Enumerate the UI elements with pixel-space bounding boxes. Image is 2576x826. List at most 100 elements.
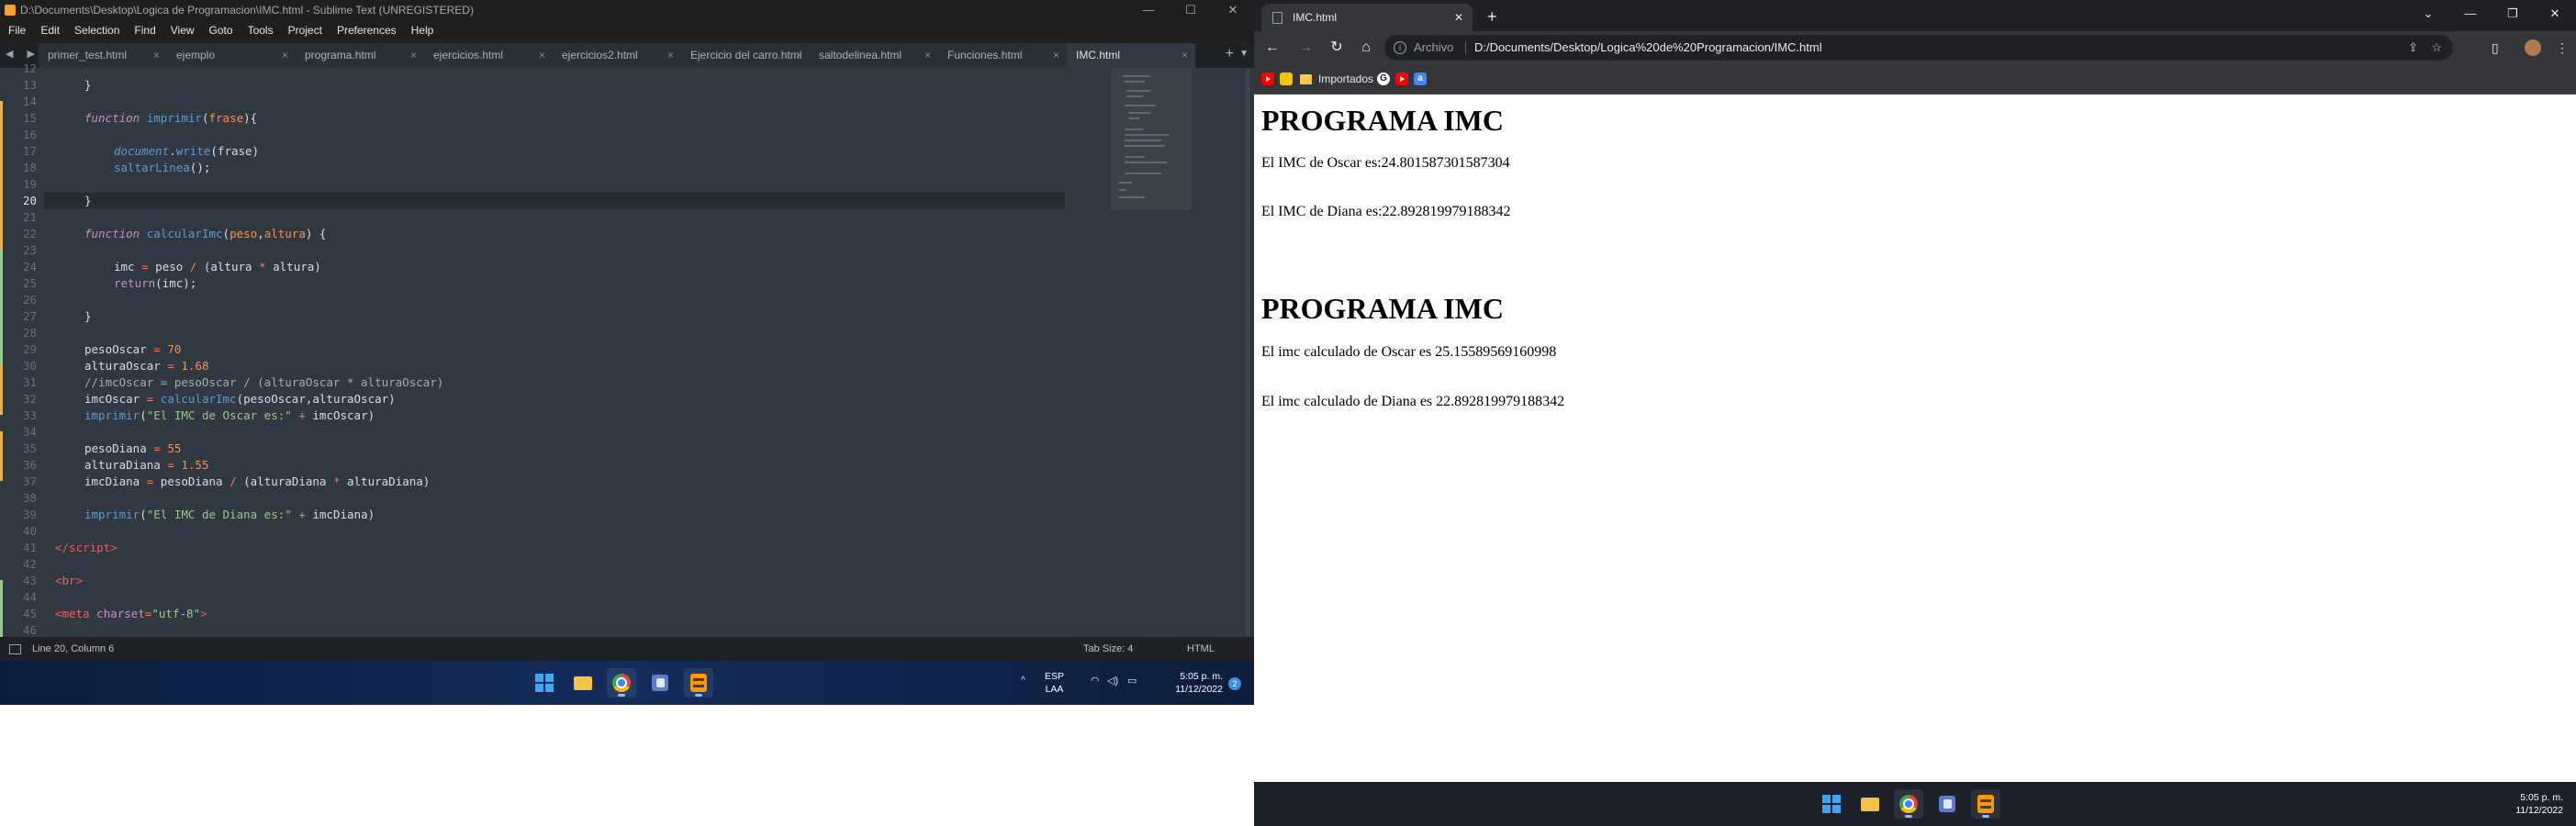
minimap[interactable] bbox=[1115, 68, 1187, 637]
code-line: alturaDiana = 1.55 bbox=[84, 458, 209, 472]
menu-find[interactable]: Find bbox=[126, 20, 162, 40]
home-button[interactable]: ⌂ bbox=[1357, 31, 1375, 64]
tab-list-dropdown-icon[interactable]: ▼ bbox=[1239, 40, 1249, 68]
restore-button[interactable]: ❐ bbox=[2492, 0, 2534, 28]
menu-view[interactable]: View bbox=[162, 20, 201, 40]
menu-project[interactable]: Project bbox=[280, 20, 329, 40]
bookmarks-folder-icon bbox=[1300, 74, 1312, 84]
menu-preferences[interactable]: Preferences bbox=[329, 20, 403, 40]
panel-toggle-icon[interactable] bbox=[9, 644, 21, 654]
taskbar-clock[interactable]: 5:05 p. m. 11/12/2022 bbox=[2515, 791, 2563, 817]
close-button[interactable]: ✕ bbox=[1212, 0, 1254, 20]
minimize-button[interactable]: — bbox=[2449, 0, 2492, 28]
new-tab-button[interactable]: + bbox=[1226, 40, 1234, 68]
code-editor[interactable]: } function imprimir(frase){ document.wri… bbox=[55, 68, 1065, 637]
bookmarks-folder-importados[interactable]: Importados bbox=[1318, 64, 1373, 94]
tab-search-icon[interactable]: ⌄ bbox=[2407, 0, 2449, 28]
code-line: function imprimir(frase){ bbox=[84, 111, 258, 125]
tab-label: Funciones.html bbox=[947, 49, 1023, 61]
show-hidden-icons-icon[interactable]: ^ bbox=[1021, 675, 1025, 686]
sublime-text-icon[interactable] bbox=[684, 668, 713, 698]
tab-ejercicios[interactable]: ejercicios.html × bbox=[424, 43, 553, 68]
new-tab-button[interactable]: + bbox=[1487, 4, 1497, 29]
back-button[interactable]: ← bbox=[1263, 31, 1282, 64]
bookmark-star-icon[interactable]: ☆ bbox=[2431, 35, 2442, 61]
tab-imc[interactable]: IMC.html × bbox=[1067, 43, 1195, 68]
forward-button[interactable]: → bbox=[1296, 31, 1315, 64]
youtube-bookmark-icon[interactable] bbox=[1395, 73, 1408, 85]
close-tab-icon[interactable]: ✕ bbox=[1454, 4, 1463, 31]
a-bookmark-icon[interactable]: a bbox=[1414, 73, 1427, 85]
line-number: 29 bbox=[22, 342, 37, 356]
tab-close-icon[interactable]: × bbox=[410, 43, 417, 68]
profile-avatar[interactable] bbox=[2525, 39, 2541, 56]
input-language[interactable]: ESP LAA bbox=[1045, 670, 1064, 696]
site-info-icon[interactable]: i bbox=[1394, 41, 1406, 54]
windows-start-icon[interactable] bbox=[1817, 789, 1846, 819]
windows-start-icon[interactable] bbox=[530, 668, 559, 698]
syntax-selector[interactable]: HTML bbox=[1187, 637, 1215, 661]
page-heading-2: PROGRAMA IMC bbox=[1261, 292, 1504, 325]
tab-close-icon[interactable]: × bbox=[282, 43, 288, 68]
minimap-line bbox=[1125, 128, 1143, 130]
file-explorer-icon[interactable] bbox=[568, 668, 598, 698]
share-icon[interactable]: ⇪ bbox=[2408, 35, 2418, 61]
minimap-line bbox=[1125, 145, 1165, 147]
tab-close-icon[interactable]: × bbox=[153, 43, 160, 68]
g-bookmark-icon[interactable]: G bbox=[1377, 73, 1390, 85]
maximize-button[interactable]: ☐ bbox=[1170, 0, 1212, 20]
tab-close-icon[interactable]: × bbox=[1053, 43, 1059, 68]
minimap-line bbox=[1128, 117, 1139, 119]
tab-close-icon[interactable]: × bbox=[796, 43, 802, 68]
app-bookmark-icon[interactable] bbox=[1280, 73, 1293, 85]
code-line: function calcularImc(peso,altura) { bbox=[84, 227, 327, 240]
close-button[interactable]: ✕ bbox=[2534, 0, 2576, 28]
tab-funciones[interactable]: Funciones.html × bbox=[938, 43, 1067, 68]
chrome-icon[interactable] bbox=[1894, 789, 1923, 819]
chrome-icon[interactable] bbox=[607, 668, 636, 698]
youtube-bookmark-icon[interactable] bbox=[1261, 73, 1274, 85]
file-explorer-icon[interactable] bbox=[1855, 789, 1885, 819]
notification-badge[interactable]: 2 bbox=[1228, 677, 1241, 690]
code-line: <br> bbox=[55, 574, 84, 587]
chrome-menu-icon[interactable]: ⋮ bbox=[2556, 31, 2569, 64]
tab-close-icon[interactable]: × bbox=[539, 43, 545, 68]
line-number: 44 bbox=[22, 590, 37, 604]
chrome-tab-imc[interactable]: IMC.html ✕ bbox=[1261, 4, 1473, 31]
line-number: 15 bbox=[22, 111, 37, 125]
minimap-line bbox=[1125, 81, 1145, 83]
volume-icon[interactable]: ◁) bbox=[1107, 675, 1120, 686]
line-number: 22 bbox=[22, 227, 37, 240]
menu-tools[interactable]: Tools bbox=[240, 20, 280, 40]
menu-goto[interactable]: Goto bbox=[201, 20, 240, 40]
reload-button[interactable]: ↻ bbox=[1327, 31, 1346, 64]
tab-ejemplo[interactable]: ejemplo × bbox=[167, 43, 296, 68]
tab-saltodelinea[interactable]: saltodelinea.html × bbox=[810, 43, 938, 68]
sublime-text-icon[interactable] bbox=[1971, 789, 2000, 819]
tab-close-icon[interactable]: × bbox=[924, 43, 931, 68]
menu-file[interactable]: File bbox=[0, 20, 32, 40]
tool-app-icon[interactable] bbox=[1932, 789, 1962, 819]
tab-programa[interactable]: programa.html × bbox=[296, 43, 424, 68]
address-bar[interactable]: i Archivo D:/Documents/Desktop/Logica%20… bbox=[1384, 35, 2453, 61]
tab-close-icon[interactable]: × bbox=[667, 43, 674, 68]
tab-ejercicios2[interactable]: ejercicios2.html × bbox=[553, 43, 681, 68]
tab-label: ejercicios2.html bbox=[562, 49, 638, 61]
wifi-icon[interactable]: ◠ bbox=[1091, 675, 1103, 686]
vertical-scrollbar[interactable] bbox=[1244, 68, 1251, 637]
tool-app-icon[interactable] bbox=[645, 668, 675, 698]
menu-edit[interactable]: Edit bbox=[32, 20, 66, 40]
tab-ejercicio-carro[interactable]: Ejercicio del carro.html × bbox=[681, 43, 810, 68]
minimize-button[interactable]: — bbox=[1127, 0, 1170, 20]
scrollbar-thumb[interactable] bbox=[1245, 68, 1250, 637]
battery-icon[interactable]: ▭ bbox=[1127, 675, 1140, 686]
taskbar-clock[interactable]: 5:05 p. m. 11/12/2022 bbox=[1159, 670, 1223, 696]
tab-close-icon[interactable]: × bbox=[1182, 43, 1188, 68]
tab-primer-test[interactable]: primer_test.html × bbox=[39, 43, 167, 68]
line-number: 26 bbox=[22, 293, 37, 307]
menu-selection[interactable]: Selection bbox=[66, 20, 126, 40]
url-text[interactable]: D:/Documents/Desktop/Logica%20de%20Progr… bbox=[1474, 35, 1822, 61]
tab-size-selector[interactable]: Tab Size: 4 bbox=[1083, 637, 1133, 661]
side-panel-icon[interactable]: ▯ bbox=[2492, 31, 2499, 64]
menu-help[interactable]: Help bbox=[403, 20, 441, 40]
